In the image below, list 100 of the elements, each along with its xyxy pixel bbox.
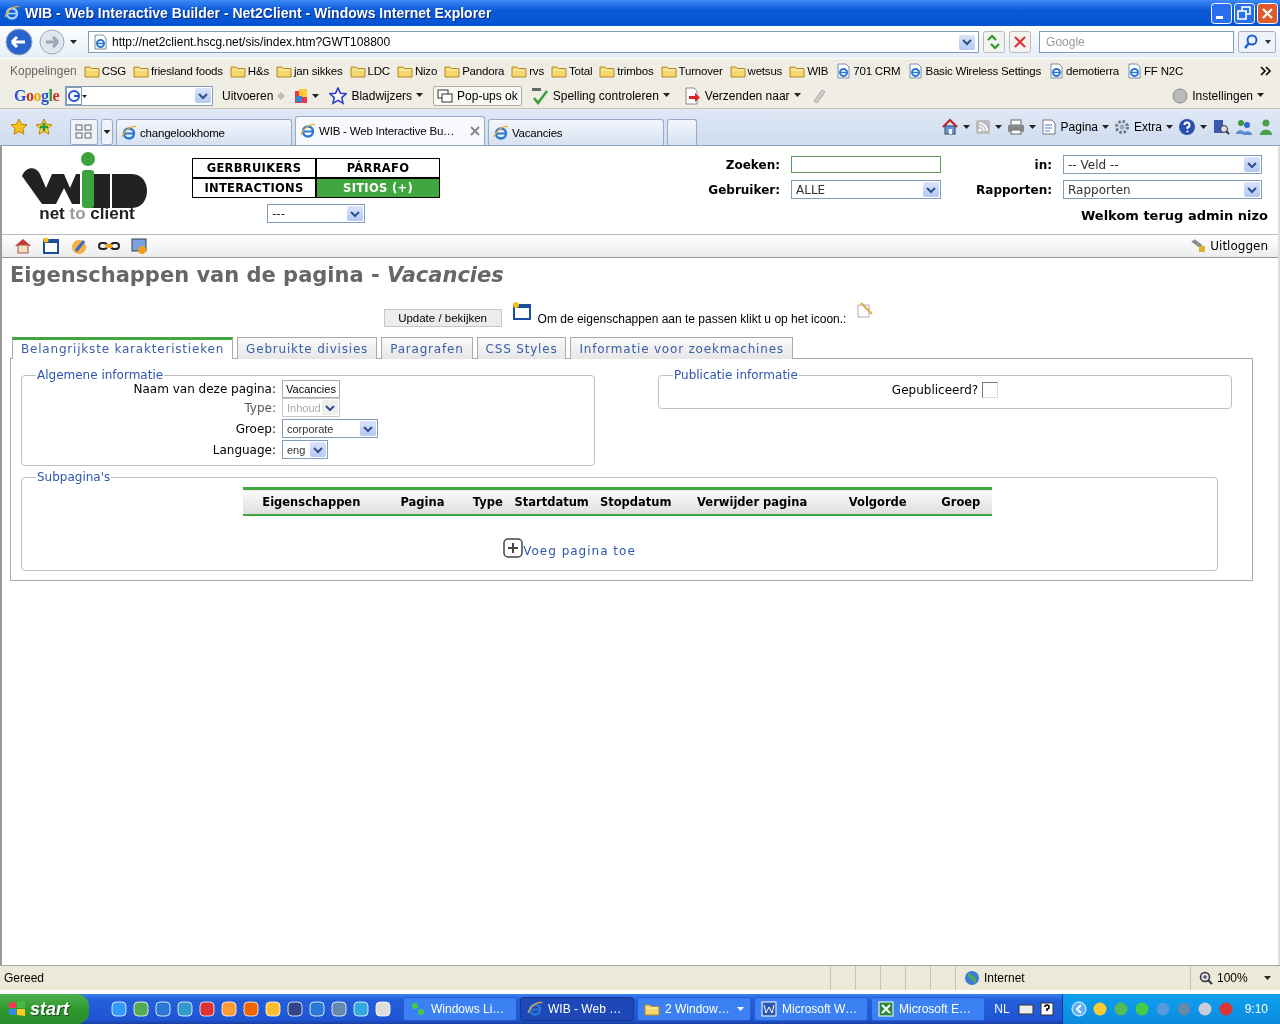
tab-list-button[interactable] [101, 119, 113, 145]
link-item[interactable]: demotierra [1045, 63, 1123, 79]
nav-select[interactable]: --- [267, 204, 365, 223]
link-item[interactable]: Basic Wireless Settings [904, 63, 1045, 79]
page-menu-button[interactable]: Pagina [1040, 119, 1109, 135]
link-item[interactable]: H&s [226, 63, 273, 79]
app-icon[interactable] [287, 1001, 303, 1017]
link-item[interactable]: friesland foods [130, 63, 227, 79]
spelling-button[interactable]: Spelling controleren [527, 85, 674, 106]
taskbar-button[interactable]: 2 Window… [637, 997, 751, 1021]
app-icon[interactable] [375, 1001, 391, 1017]
favorites-star-icon[interactable] [10, 118, 28, 136]
refresh-button[interactable] [983, 31, 1006, 53]
user-select[interactable]: ALLE [791, 180, 941, 199]
caret-icon[interactable] [70, 39, 78, 45]
window-icon[interactable] [42, 237, 60, 255]
link-item[interactable]: Pandora [441, 63, 509, 79]
logout-link[interactable]: Uitloggen [1190, 238, 1268, 254]
send-to-button[interactable]: Verzenden naar [679, 85, 805, 106]
taskbar-button[interactable]: Windows Li… [403, 997, 517, 1021]
app-icon[interactable] [199, 1001, 215, 1017]
window-icon[interactable] [511, 301, 532, 321]
tab[interactable]: Informatie voor zoekmachines [570, 337, 793, 359]
browser-tab[interactable]: Vacancies [488, 119, 664, 145]
menu-button[interactable]: GERBRUIKERS [192, 158, 316, 178]
start-button[interactable]: start [0, 994, 89, 1024]
search-field[interactable] [65, 85, 213, 106]
research-button[interactable] [1212, 118, 1230, 136]
link-icon[interactable] [98, 239, 120, 253]
messenger-button[interactable] [1258, 118, 1274, 136]
browser-tab[interactable]: WIB - Web Interactive Bu… [295, 116, 485, 145]
minimize-button[interactable] [1211, 2, 1232, 24]
tab[interactable]: CSS Styles [476, 337, 567, 359]
link-item[interactable]: Total [547, 63, 597, 79]
app-icon[interactable] [309, 1001, 325, 1017]
help-icon[interactable] [1039, 1002, 1054, 1016]
field-select[interactable]: -- Veld -- [1063, 155, 1262, 174]
app-icon[interactable] [265, 1001, 281, 1017]
taskbar-button[interactable]: Microsoft W… [754, 997, 868, 1021]
menu-button[interactable]: INTERACTIONS [192, 178, 316, 198]
menu-button[interactable]: PÁRRAFO [316, 158, 440, 178]
link-item[interactable]: jan sikkes [273, 63, 347, 79]
app-icon[interactable] [111, 1001, 127, 1017]
text-field[interactable]: Vacancies [282, 380, 340, 398]
tools-menu-button[interactable]: Extra [1114, 119, 1173, 135]
app-icon[interactable] [331, 1001, 347, 1017]
browser-tab[interactable]: changelookhome [116, 119, 292, 145]
app-icon[interactable] [177, 1001, 193, 1017]
link-item[interactable]: LDC [346, 63, 394, 79]
close-icon[interactable] [470, 126, 480, 136]
select-field[interactable]: eng [282, 440, 328, 459]
popups-button[interactable]: Pop-ups ok [433, 85, 522, 106]
zoom-button[interactable]: 100% [1190, 966, 1280, 990]
add-page-link[interactable]: Voeg pagina toe [523, 544, 636, 558]
select-field[interactable]: corporate [282, 419, 378, 438]
search-field[interactable]: Google [1039, 31, 1234, 53]
tab[interactable]: Gebruikte divisies [237, 337, 378, 359]
app-icon[interactable] [243, 1001, 259, 1017]
link-item[interactable]: CSG [80, 63, 131, 79]
print-button[interactable] [1006, 119, 1036, 135]
link-item[interactable]: trimbos [596, 63, 658, 79]
link-item[interactable]: Turnover [657, 63, 727, 79]
search-button[interactable] [1238, 31, 1276, 53]
link-item[interactable]: wetsus [726, 63, 787, 79]
add-icon[interactable] [503, 538, 524, 558]
run-button[interactable]: Uitvoeren [219, 87, 289, 104]
taskbar-button[interactable]: WIB - Web … [520, 997, 634, 1021]
app-icon[interactable] [133, 1001, 149, 1017]
close-button[interactable] [1257, 2, 1278, 24]
update-button[interactable]: Update / bekijken [383, 309, 502, 327]
link-item[interactable]: 701 CRM [832, 63, 905, 79]
tab[interactable]: Paragrafen [381, 337, 473, 359]
add-favorite-icon[interactable] [35, 118, 53, 136]
app-icon[interactable] [353, 1001, 369, 1017]
help-button[interactable] [1178, 118, 1207, 136]
puzzle-icon[interactable] [294, 87, 321, 104]
bookmarks-button[interactable]: Bladwijzers [326, 85, 428, 106]
link-item[interactable]: WIB [786, 63, 833, 79]
link-item[interactable]: Nizo [393, 63, 442, 79]
address-field[interactable]: http://net2client.hscg.net/sis/index.htm?GWT108800 [88, 31, 980, 53]
stop-button[interactable] [1009, 31, 1032, 53]
app-icon[interactable] [221, 1001, 237, 1017]
checkbox[interactable] [982, 382, 999, 398]
search-field[interactable] [791, 156, 941, 173]
keyboard-icon[interactable] [1017, 1002, 1034, 1016]
more-chevron-icon[interactable] [1260, 66, 1272, 76]
home-icon[interactable] [14, 237, 32, 255]
app-icon[interactable] [155, 1001, 171, 1017]
taskbar-button[interactable]: Microsoft E… [871, 997, 985, 1021]
back-button[interactable] [4, 27, 34, 57]
link-item[interactable]: FF N2C [1123, 63, 1188, 79]
chevron-left-icon[interactable] [1070, 1001, 1087, 1017]
reports-select[interactable]: Rapporten [1063, 180, 1262, 199]
tab[interactable]: Belangrijkste karakteristieken [12, 337, 234, 359]
link-item[interactable]: rvs [508, 63, 548, 79]
restore-button[interactable] [1234, 2, 1255, 24]
language-indicator[interactable]: NL [986, 1002, 1018, 1016]
home-button[interactable] [940, 118, 970, 136]
feeds-button[interactable] [974, 119, 1002, 135]
messenger-button[interactable] [1235, 118, 1253, 136]
